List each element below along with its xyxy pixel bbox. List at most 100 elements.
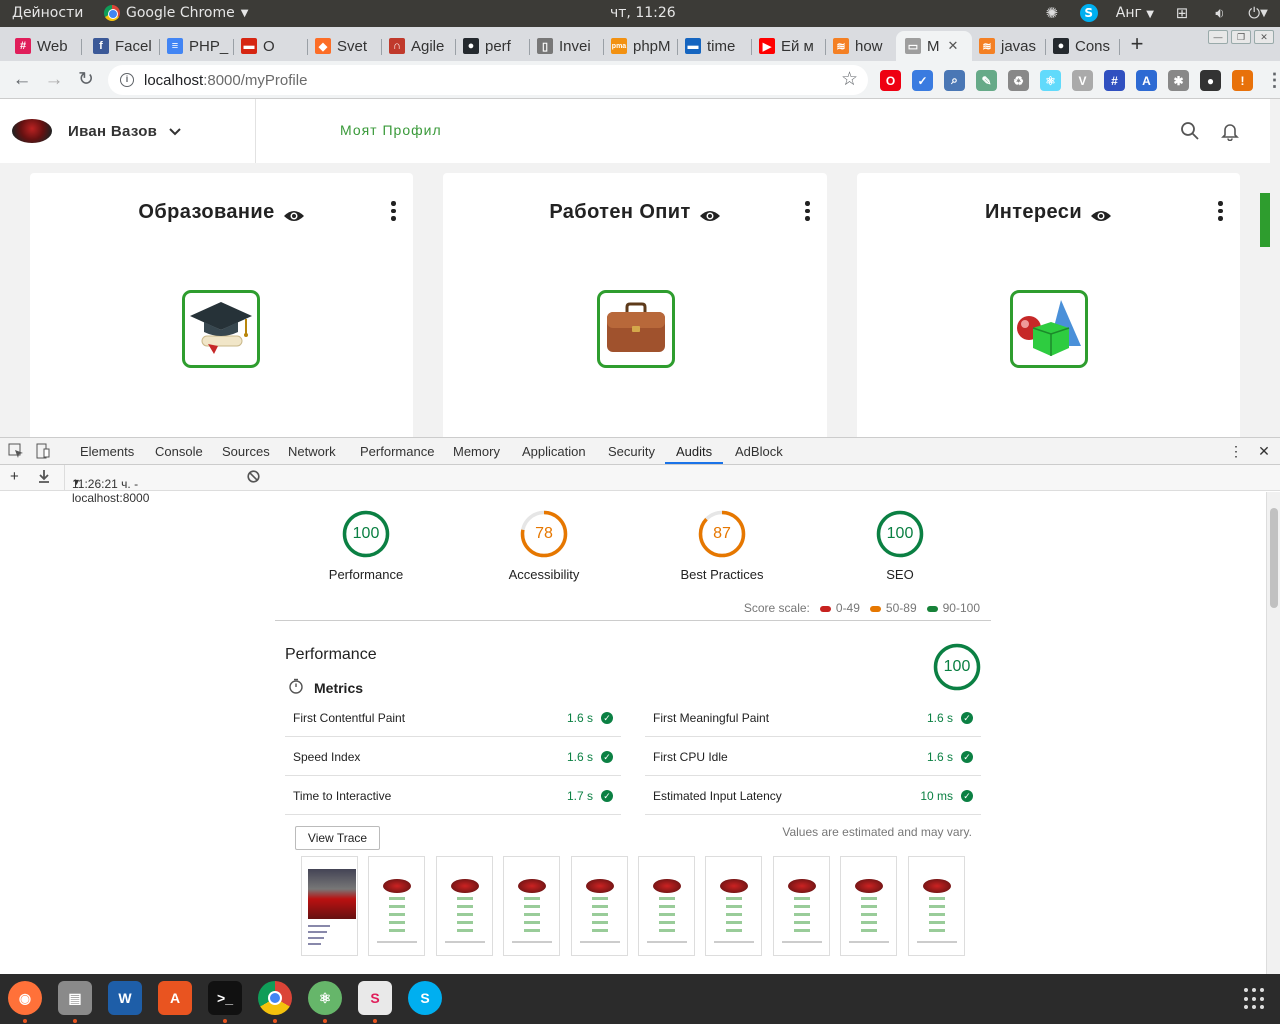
power-icon[interactable]: ⏻ ▼	[1248, 3, 1268, 23]
more-vertical-icon[interactable]	[1218, 201, 1224, 221]
clock[interactable]: чт, 11:26	[610, 5, 676, 21]
frame-line	[659, 897, 675, 900]
browser-tab[interactable]: ▶ Ей м	[750, 31, 826, 61]
browser-tab[interactable]: ▭ M ✕	[896, 31, 972, 61]
skype-icon[interactable]: S	[1079, 4, 1098, 22]
devtools-tab[interactable]: Memory	[453, 444, 500, 459]
graduation-cap-icon[interactable]	[182, 290, 260, 368]
user-menu[interactable]: Иван Вазов	[0, 99, 256, 163]
warning-icon[interactable]: !	[1232, 70, 1253, 91]
eye-icon[interactable]	[1090, 206, 1112, 221]
score-gauge-performance[interactable]: 100	[342, 510, 390, 558]
eye-icon[interactable]	[283, 206, 305, 221]
devtools-tab[interactable]: Performance	[360, 444, 434, 459]
files-icon[interactable]: ▤	[58, 981, 92, 1015]
search-icon[interactable]	[1180, 121, 1200, 141]
view-trace-button[interactable]: View Trace	[295, 826, 380, 850]
opera-icon[interactable]: O	[880, 70, 901, 91]
terminal-icon[interactable]: >_	[208, 981, 242, 1015]
performance-score-gauge[interactable]: 100	[933, 643, 981, 691]
close-window-button[interactable]: ✕	[1254, 30, 1274, 44]
react-icon[interactable]: ⚛	[1040, 70, 1061, 91]
skype-icon[interactable]: S	[408, 981, 442, 1015]
device-toolbar-icon[interactable]	[35, 443, 51, 459]
browser-tab[interactable]: ● Cons	[1044, 31, 1120, 61]
chrome-icon[interactable]	[258, 981, 292, 1015]
user-icon[interactable]: ●	[1200, 70, 1221, 91]
browser-tab[interactable]: ▯ Invei	[528, 31, 604, 61]
menu-icon[interactable]: ⋮	[1264, 70, 1280, 91]
shapes-icon[interactable]	[1010, 290, 1088, 368]
firefox-icon[interactable]: ◉	[8, 981, 42, 1015]
new-tab-button[interactable]: +	[1124, 31, 1150, 57]
close-tab-icon[interactable]: ✕	[948, 38, 959, 54]
volume-icon[interactable]: 🔉︎	[1210, 3, 1230, 23]
writer-icon[interactable]: W	[108, 981, 142, 1015]
more-vertical-icon[interactable]	[391, 201, 397, 221]
puzzle-icon[interactable]: ✺	[1042, 3, 1062, 23]
devtools-tab[interactable]: Security	[608, 444, 655, 459]
devtools-tab[interactable]: Elements	[80, 444, 134, 459]
app-menu[interactable]: Google Chrome ▼	[104, 5, 248, 21]
devtools-tab[interactable]: AdBlock	[735, 444, 783, 459]
browser-tab[interactable]: pma phpM	[602, 31, 678, 61]
check-icon[interactable]: ✓	[912, 70, 933, 91]
devtools-tab[interactable]: Audits	[676, 444, 712, 459]
pen-icon[interactable]: ✎	[976, 70, 997, 91]
activities-button[interactable]: Дейности	[12, 5, 83, 21]
bookmark-star-icon[interactable]: ☆	[841, 68, 858, 91]
atom-icon[interactable]: ⚛	[308, 981, 342, 1015]
clear-icon[interactable]	[247, 470, 260, 486]
browser-tab[interactable]: ● perf	[454, 31, 530, 61]
browser-tab[interactable]: ≋ javas	[970, 31, 1046, 61]
forward-button[interactable]: →	[42, 68, 66, 92]
slack-icon[interactable]: S	[358, 981, 392, 1015]
devtools-scrollbar[interactable]	[1266, 492, 1280, 975]
download-icon[interactable]	[38, 469, 50, 486]
browser-tab[interactable]: ≡ PHP_	[158, 31, 234, 61]
browser-tab[interactable]: f Facel	[84, 31, 160, 61]
briefcase-icon[interactable]	[597, 290, 675, 368]
score-gauge-accessibility[interactable]: 78	[520, 510, 568, 558]
bell-icon[interactable]	[1220, 121, 1240, 142]
bug-icon[interactable]: ✱	[1168, 70, 1189, 91]
plus-icon[interactable]: +	[10, 468, 19, 485]
software-center-icon[interactable]: A	[158, 981, 192, 1015]
browser-tab[interactable]: ▬ time	[676, 31, 752, 61]
a-icon[interactable]: A	[1136, 70, 1157, 91]
score-label: SEO	[886, 567, 914, 582]
info-icon[interactable]: i	[120, 73, 134, 87]
back-button[interactable]: ←	[10, 68, 34, 92]
devtools-tab[interactable]: Network	[288, 444, 336, 459]
score-gauge-seo[interactable]: 100	[876, 510, 924, 558]
close-devtools-icon[interactable]: ✕	[1256, 443, 1272, 459]
browser-tab[interactable]: ∩ Agile	[380, 31, 456, 61]
more-vertical-icon[interactable]: ⋮	[1228, 443, 1244, 459]
eye-icon[interactable]	[699, 206, 721, 221]
range-text: 90-100	[942, 601, 980, 615]
vue-icon[interactable]: V	[1072, 70, 1093, 91]
frame-icon[interactable]: #	[1104, 70, 1125, 91]
frame-line	[726, 921, 743, 924]
scrollbar-thumb[interactable]	[1270, 508, 1278, 608]
browser-tab[interactable]: ▬ O	[232, 31, 308, 61]
my-profile-link[interactable]: Моят Профил	[340, 122, 442, 138]
browser-tab[interactable]: ◆ Svet	[306, 31, 382, 61]
score-gauge-best-practices[interactable]: 87	[698, 510, 746, 558]
more-vertical-icon[interactable]	[805, 201, 811, 221]
minimize-button[interactable]: —	[1208, 30, 1228, 44]
magnifier-icon[interactable]: ⌕	[944, 70, 965, 91]
maximize-button[interactable]: ❐	[1231, 30, 1251, 44]
keyboard-layout[interactable]: Анг ▼	[1116, 5, 1154, 21]
devtools-tab[interactable]: Console	[155, 444, 203, 459]
devtools-tab[interactable]: Application	[522, 444, 586, 459]
show-applications-icon[interactable]	[1244, 988, 1266, 1010]
browser-tab[interactable]: ≋ how	[824, 31, 900, 61]
inspect-element-icon[interactable]	[8, 443, 24, 459]
network-icon[interactable]: ⊞	[1172, 3, 1192, 23]
address-bar[interactable]: i localhost:8000/myProfile ☆	[108, 65, 868, 95]
reload-button[interactable]: ↻	[74, 68, 98, 92]
browser-tab[interactable]: # Web	[6, 31, 82, 61]
recycle-icon[interactable]: ♻	[1008, 70, 1029, 91]
devtools-tab[interactable]: Sources	[222, 444, 270, 459]
